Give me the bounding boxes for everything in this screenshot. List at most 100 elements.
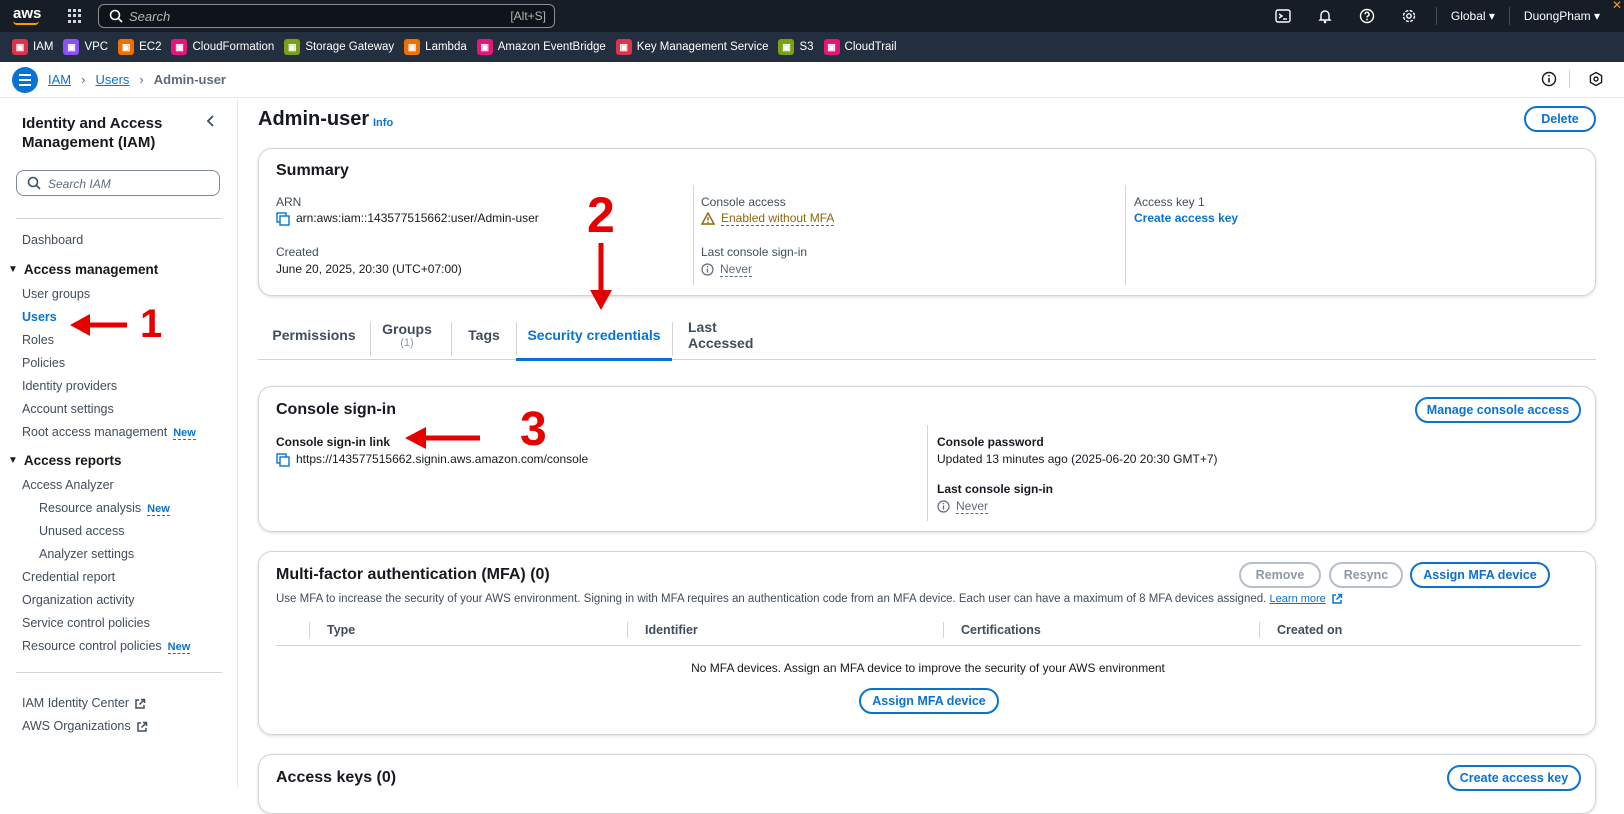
tab-tags[interactable]: Tags <box>468 310 500 360</box>
favorites-bar: ▣ IAM ▣ VPC ▣ EC2 ▣ CloudFormation ▣ Storage Gate… <box>0 32 1624 62</box>
warning-icon <box>701 212 715 226</box>
external-link-icon <box>135 698 146 709</box>
info-circle-icon[interactable] <box>1541 71 1557 87</box>
delete-button[interactable]: Delete <box>1524 106 1596 132</box>
sidebar-item-dashboard[interactable]: Dashboard <box>22 233 83 247</box>
sidebar-item-policies[interactable]: Policies <box>22 356 65 370</box>
search-icon <box>27 176 41 190</box>
sidebar-section-access-reports[interactable]: ▼ Access reports <box>8 453 121 468</box>
last-console-signin-value: Never <box>937 499 989 514</box>
copy-icon[interactable] <box>276 453 290 467</box>
sidebar-item-identity-center[interactable]: IAM Identity Center <box>22 696 146 710</box>
tab-groups[interactable]: Groups (1) <box>382 310 432 360</box>
console-password-label: Console password <box>937 435 1044 449</box>
tab-permissions[interactable]: Permissions <box>272 310 355 360</box>
sidebar-section-access-management[interactable]: ▼ Access management <box>8 262 158 277</box>
cloudshell-icon[interactable] <box>1274 7 1292 25</box>
sidebar-item-account-settings[interactable]: Account settings <box>22 402 114 416</box>
favorite-vpc[interactable]: ▣ VPC <box>63 39 108 55</box>
divider <box>1435 7 1437 25</box>
access-key-label: Access key 1 <box>1134 195 1205 209</box>
info-link[interactable]: Info <box>373 117 393 129</box>
last-signin-text: Never <box>720 262 753 277</box>
item-label: Resource control policies <box>22 639 162 653</box>
info-circle-icon <box>701 263 714 276</box>
column-header-certifications[interactable]: Certifications <box>961 623 1041 637</box>
gear-icon[interactable] <box>1400 7 1418 25</box>
create-access-key-link[interactable]: Create access key <box>1134 211 1238 225</box>
favorite-cloudformation[interactable]: ▣ CloudFormation <box>171 39 274 55</box>
manage-console-access-button[interactable]: Manage console access <box>1415 397 1581 423</box>
favorite-label: EC2 <box>139 41 162 53</box>
favorite-label: Amazon EventBridge <box>497 41 606 53</box>
bell-icon[interactable] <box>1316 7 1334 25</box>
column-header-created-on[interactable]: Created on <box>1277 623 1342 637</box>
create-access-key-button[interactable]: Create access key <box>1447 765 1581 791</box>
breadcrumb-current: Admin-user <box>153 72 226 87</box>
sidebar-item-resource-control-policies[interactable]: Resource control policies New <box>22 639 191 654</box>
favorite-iam[interactable]: ▣ IAM <box>12 39 53 55</box>
collapse-chevron-icon[interactable] <box>204 114 218 128</box>
global-search-input[interactable]: Search [Alt+S] <box>98 4 555 28</box>
help-icon[interactable] <box>1358 7 1376 25</box>
sidebar-item-unused-access[interactable]: Unused access <box>39 524 124 538</box>
settings-hexagon-icon[interactable] <box>1588 71 1604 87</box>
column-header-identifier[interactable]: Identifier <box>645 623 698 637</box>
favorite-storage-gateway[interactable]: ▣ Storage Gateway <box>284 39 394 55</box>
sidebar-item-roles[interactable]: Roles <box>22 333 54 347</box>
arn-value: arn:aws:iam::143577515662:user/Admin-use… <box>276 211 539 226</box>
corner-close-icon[interactable]: ✕ <box>1612 0 1622 12</box>
sidebar-item-users[interactable]: Users <box>22 310 57 324</box>
sidebar-search-input[interactable]: Search IAM <box>16 170 220 196</box>
new-badge: New <box>167 641 191 654</box>
breadcrumb-users[interactable]: Users <box>95 72 129 87</box>
favorite-cloudtrail[interactable]: ▣ CloudTrail <box>823 39 897 55</box>
sidebar-item-user-groups[interactable]: User groups <box>22 287 90 301</box>
resync-button[interactable]: Resync <box>1329 562 1403 588</box>
divider <box>16 218 222 219</box>
item-label: IAM Identity Center <box>22 696 129 710</box>
sidebar-item-credential-report[interactable]: Credential report <box>22 570 115 584</box>
external-link-icon <box>136 721 147 732</box>
column-header-type[interactable]: Type <box>327 623 355 637</box>
assign-mfa-center-button[interactable]: Assign MFA device <box>859 688 999 714</box>
arn-label: ARN <box>276 195 302 209</box>
service-icon: ▣ <box>615 39 632 55</box>
section-label: Access reports <box>23 453 122 468</box>
favorite-key-management-service[interactable]: ▣ Key Management Service <box>615 39 769 55</box>
sidebar-item-analyzer-settings[interactable]: Analyzer settings <box>39 547 134 561</box>
favorite-amazon-eventbridge[interactable]: ▣ Amazon EventBridge <box>476 39 606 55</box>
learn-more-link[interactable]: Learn more <box>1270 593 1326 605</box>
aws-logo[interactable]: aws <box>13 5 41 22</box>
console-access-value: Enabled without MFA <box>701 211 835 226</box>
external-link-icon[interactable] <box>1331 593 1343 605</box>
sidebar-item-root-access[interactable]: Root access management New <box>22 425 196 440</box>
sidebar-item-service-control-policies[interactable]: Service control policies <box>22 616 150 630</box>
favorite-label: Key Management Service <box>636 41 769 53</box>
region-selector[interactable]: Global ▾ <box>1451 9 1495 23</box>
sidebar-item-access-analyzer[interactable]: Access Analyzer <box>22 478 114 492</box>
summary-title: Summary <box>276 162 349 179</box>
assign-mfa-button[interactable]: Assign MFA device <box>1410 562 1550 588</box>
favorite-ec2[interactable]: ▣ EC2 <box>118 39 161 55</box>
sidebar-item-resource-analysis[interactable]: Resource analysis New <box>39 501 170 516</box>
copy-icon[interactable] <box>276 212 290 226</box>
divider <box>672 322 673 356</box>
service-icon: ▣ <box>171 39 188 55</box>
favorite-s3[interactable]: ▣ S3 <box>778 39 814 55</box>
page-title: Admin-user <box>258 108 370 130</box>
sidebar-item-organization-activity[interactable]: Organization activity <box>22 593 135 607</box>
services-grid-icon[interactable] <box>68 9 82 23</box>
console-access-text: Enabled without MFA <box>721 211 835 226</box>
sidebar-item-identity-providers[interactable]: Identity providers <box>22 379 117 393</box>
account-menu[interactable]: DuongPham ▾ <box>1524 9 1600 23</box>
remove-button[interactable]: Remove <box>1239 562 1321 588</box>
service-icon: ▣ <box>404 39 421 55</box>
tab-last-accessed[interactable]: Last Accessed <box>688 310 776 360</box>
menu-toggle-icon[interactable] <box>12 67 38 93</box>
breadcrumb-iam[interactable]: IAM <box>48 72 71 87</box>
favorite-lambda[interactable]: ▣ Lambda <box>404 39 467 55</box>
favorite-label: IAM <box>33 41 54 53</box>
sidebar-item-organizations[interactable]: AWS Organizations <box>22 719 148 733</box>
tab-security-credentials[interactable]: Security credentials <box>516 310 672 361</box>
